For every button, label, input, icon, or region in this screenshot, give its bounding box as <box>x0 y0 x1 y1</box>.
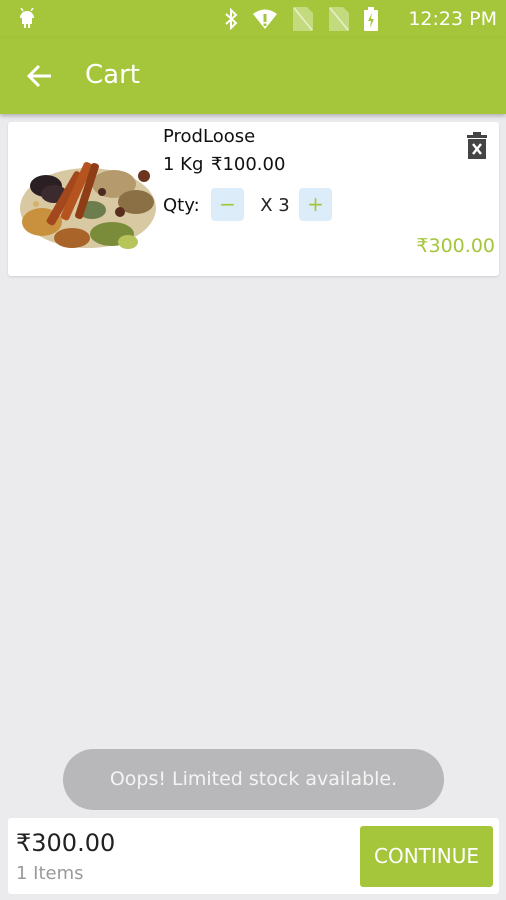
no-sim-icon <box>329 7 349 31</box>
product-name: ProdLoose <box>163 126 256 147</box>
increase-qty-button[interactable]: + <box>299 188 332 221</box>
clock: 12:23 PM <box>408 8 497 30</box>
item-count: 1 Items <box>16 863 84 884</box>
quantity-value: X 3 <box>260 195 290 216</box>
cart-item: ProdLoose 1 Kg ₹100.00 Qty: − X 3 + ₹300… <box>8 122 499 276</box>
no-sim-icon <box>293 7 313 31</box>
product-price: ₹100.00 <box>211 154 286 175</box>
product-unit: 1 Kg <box>163 154 204 175</box>
android-icon <box>20 8 34 28</box>
back-arrow-icon[interactable] <box>26 62 54 90</box>
grand-total: ₹300.00 <box>16 829 116 857</box>
decrease-qty-button[interactable]: − <box>211 188 244 221</box>
page-title: Cart <box>85 60 140 90</box>
trash-icon[interactable] <box>464 132 490 160</box>
bluetooth-icon <box>225 8 238 30</box>
wifi-icon <box>253 9 277 29</box>
battery-charging-icon <box>364 7 378 31</box>
app-bar: Cart <box>0 38 506 114</box>
status-bar: 12:23 PM <box>0 0 506 38</box>
checkout-bar: ₹300.00 1 Items CONTINUE <box>8 818 499 894</box>
qty-label: Qty: <box>163 195 200 216</box>
toast-message: Oops! Limited stock available. <box>63 749 444 810</box>
item-total: ₹300.00 <box>416 235 495 257</box>
spices-image <box>20 162 156 249</box>
continue-button[interactable]: CONTINUE <box>360 826 493 887</box>
